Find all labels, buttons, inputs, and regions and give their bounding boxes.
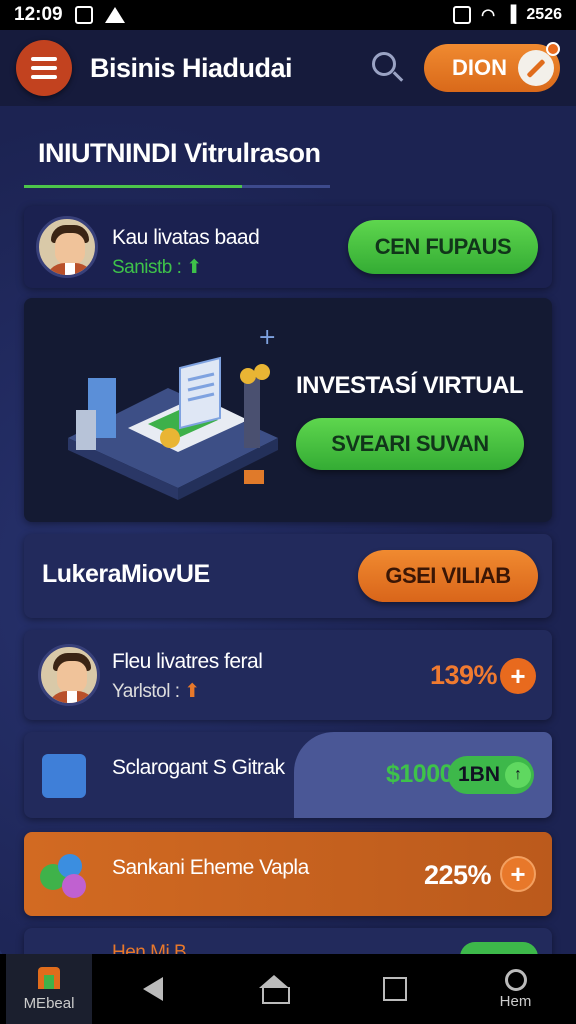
- list-item-name: Sclarogant S Gitrak: [112, 756, 285, 779]
- alert-icon: [104, 7, 125, 23]
- back-icon: [142, 977, 163, 1001]
- leaderboard-action-button[interactable]: GSEI VILIAB: [358, 550, 538, 602]
- nav-home-tab[interactable]: MEbeal: [6, 954, 92, 1024]
- chart-icon: [42, 754, 86, 798]
- hero-action-button[interactable]: SVEARI SUVAN: [296, 418, 524, 470]
- nav-profile-tab[interactable]: Hem: [455, 954, 576, 1024]
- avatar: [38, 644, 100, 706]
- search-button[interactable]: [366, 48, 406, 88]
- svg-text:+: +: [258, 328, 276, 350]
- tab-indicator: [24, 185, 330, 188]
- section-title: INIUTNINDI Vitrulrason: [38, 138, 321, 168]
- nav-recents-button[interactable]: [334, 954, 455, 1024]
- profile-name: Kau livatas baad: [112, 226, 260, 249]
- arrow-up-icon: ⬆: [184, 681, 200, 702]
- navigation-bar: MEbeal Hem: [0, 954, 576, 1024]
- signal-icon: ▐: [505, 6, 517, 23]
- list-item[interactable]: Fleu livatres feral Yarlstol : ⬆ 139% +: [24, 630, 552, 720]
- profile-action-button[interactable]: CEN FUPAUS: [348, 220, 538, 274]
- nav-home-button[interactable]: [213, 954, 334, 1024]
- profile-icon: [504, 968, 527, 991]
- investment-illustration: +: [68, 328, 278, 500]
- list-item-value: 139%: [430, 660, 498, 690]
- action-pill-label: DION: [452, 55, 507, 80]
- avatar: [36, 216, 98, 278]
- list-item-name: Sankani Eheme Vapla: [112, 856, 309, 879]
- add-button[interactable]: +: [500, 658, 536, 694]
- coin-icon: ↑: [505, 762, 531, 788]
- hero-card: + INVESTASÍ VIRTUAL SVEARI SUVAN: [24, 298, 552, 522]
- leaderboard-title: LukeraMiovUE: [42, 560, 210, 588]
- nav-home-label: MEbeal: [23, 994, 75, 1012]
- nav-profile-label: Hem: [499, 992, 532, 1010]
- app-title: Bisinis Hiadudai: [90, 52, 293, 83]
- nav-back-button[interactable]: [92, 954, 213, 1024]
- recents-icon: [382, 977, 407, 1001]
- value-badge[interactable]: 1BN ↑: [448, 756, 534, 794]
- menu-icon: [31, 57, 57, 61]
- action-pill-button[interactable]: DION: [424, 42, 560, 92]
- gears-icon: [40, 850, 90, 900]
- menu-button[interactable]: [16, 40, 72, 96]
- notification-dot: [546, 42, 560, 56]
- home-icon: [38, 966, 60, 989]
- profile-subtitle: Sanistb : ⬆: [112, 257, 202, 278]
- list-item-value: 225%: [424, 860, 492, 890]
- list-item[interactable]: Sankani Eheme Vapla 225% +: [24, 832, 552, 916]
- vibrate-icon: [453, 6, 472, 24]
- add-button[interactable]: +: [500, 856, 536, 892]
- home-outline-icon: [258, 975, 290, 1004]
- battery-text: 2526: [526, 6, 562, 23]
- notification-icon: [74, 6, 93, 24]
- edit-icon: [518, 50, 554, 86]
- wifi-icon: ◠: [481, 7, 496, 24]
- clock: 12:09: [14, 4, 63, 25]
- arrow-up-icon: ⬆: [186, 257, 202, 278]
- hero-title: INVESTASÍ VIRTUAL: [296, 372, 524, 399]
- list-item-value: $1000: [386, 760, 454, 788]
- leaderboard-header: LukeraMiovUE GSEI VILIAB: [24, 534, 552, 618]
- status-bar: 12:09 ◠ ▐ 2526: [0, 0, 576, 30]
- list-item-name: Fleu livatres feral: [112, 650, 263, 673]
- list-item[interactable]: Sclarogant S Gitrak $1000 1BN ↑: [24, 732, 552, 818]
- profile-card[interactable]: Kau livatas baad Sanistb : ⬆ CEN FUPAUS: [24, 206, 552, 288]
- list-item-subtitle: Yarlstol : ⬆: [112, 681, 200, 702]
- app-bar: Bisinis Hiadudai DION: [0, 30, 576, 106]
